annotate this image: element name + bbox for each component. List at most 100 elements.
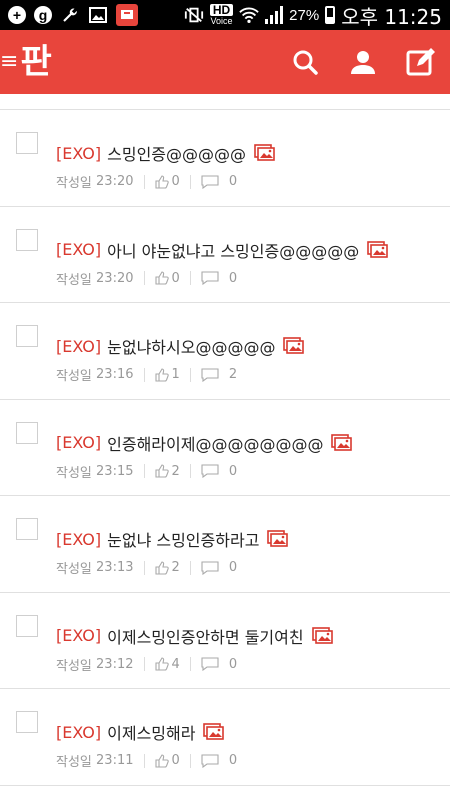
thumbs-up-icon bbox=[154, 753, 169, 768]
logo[interactable]: ≡ 판 bbox=[0, 45, 52, 79]
hd-voice-indicator: HD Voice bbox=[209, 4, 234, 26]
image-attachment-icon bbox=[283, 337, 305, 355]
post-title[interactable]: 인증해라이제@@@@@@@@ bbox=[107, 431, 323, 455]
comment-count: 0 bbox=[201, 271, 237, 286]
clock: 오후 11:25 bbox=[341, 4, 442, 29]
post-row[interactable]: [EXO] 이제스밍인증안하면 둘기여친 작성일 23:12 4 0 bbox=[0, 593, 450, 689]
post-checkbox[interactable] bbox=[16, 325, 38, 347]
post-meta: 작성일 23:15 2 0 bbox=[56, 462, 237, 481]
thumbs-up-icon bbox=[154, 657, 169, 671]
post-time: 23:11 bbox=[96, 753, 134, 768]
comment-count: 0 bbox=[201, 657, 237, 672]
post-title[interactable]: 아니 야눈없냐고 스밍인증@@@@@ bbox=[107, 238, 359, 262]
meta-divider bbox=[143, 174, 145, 189]
search-icon[interactable] bbox=[290, 47, 320, 77]
like-count: 0 bbox=[154, 174, 180, 189]
post-title-line[interactable]: [EXO] 스밍인증@@@@@ bbox=[56, 141, 276, 165]
post-meta: 작성일 23:20 0 0 bbox=[56, 172, 237, 191]
system-icons: HD Voice 27% 오후 11:25 bbox=[184, 1, 442, 30]
post-tag: [EXO] bbox=[56, 433, 102, 452]
post-row[interactable]: [EXO] 아니 야눈없냐고 스밍인증@@@@@ 작성일 23:20 0 0 bbox=[0, 207, 450, 303]
wifi-icon bbox=[239, 5, 259, 25]
post-title-line[interactable]: [EXO] 눈없냐 스밍인증하라고 bbox=[56, 527, 289, 551]
post-meta: 작성일 23:13 2 0 bbox=[56, 558, 237, 577]
comment-count: 2 bbox=[201, 367, 237, 382]
comment-icon bbox=[201, 271, 219, 285]
thumbs-up-icon bbox=[154, 271, 169, 285]
pann-logo: 판 bbox=[20, 42, 52, 82]
image-attachment-icon bbox=[311, 626, 334, 645]
comment-number: 0 bbox=[228, 463, 238, 479]
like-number: 2 bbox=[171, 560, 180, 575]
thumbs-up-icon bbox=[154, 464, 169, 478]
meta-divider bbox=[189, 560, 191, 575]
post-title-line[interactable]: [EXO] 눈없냐하시오@@@@@ bbox=[56, 334, 305, 358]
post-row[interactable]: [EXO] 스밍인증@@@@@ 작성일 23:20 0 0 bbox=[0, 110, 450, 207]
post-time: 23:13 bbox=[96, 560, 134, 575]
like-count: 4 bbox=[154, 656, 180, 672]
post-row[interactable]: [EXO] 인증해라이제@@@@@@@@ 작성일 23:15 2 0 bbox=[0, 400, 450, 496]
post-title[interactable]: 눈없냐 스밍인증하라고 bbox=[107, 527, 259, 551]
wrench-icon bbox=[60, 5, 80, 25]
battery-icon bbox=[325, 6, 336, 24]
post-checkbox[interactable] bbox=[16, 228, 38, 251]
like-number: 4 bbox=[171, 656, 180, 672]
date-label: 작성일 bbox=[56, 176, 92, 191]
write-icon[interactable] bbox=[406, 47, 436, 77]
post-row[interactable]: [EXO] 이제스밍해라 작성일 23:11 0 0 bbox=[0, 689, 450, 786]
app-header: ≡ 판 bbox=[0, 30, 450, 94]
post-time: 23:20 bbox=[96, 174, 134, 189]
like-count: 1 bbox=[154, 367, 180, 382]
menu-icon[interactable]: ≡ bbox=[0, 51, 18, 73]
post-title[interactable]: 이제스밍인증안하면 둘기여친 bbox=[107, 624, 303, 648]
post-checkbox[interactable] bbox=[16, 421, 38, 444]
post-title[interactable]: 눈없냐하시오@@@@@ bbox=[107, 334, 275, 358]
pann-app-icon bbox=[116, 4, 138, 26]
like-number: 2 bbox=[171, 463, 180, 479]
post-title-line[interactable]: [EXO] 이제스밍인증안하면 둘기여친 bbox=[56, 624, 334, 648]
user-icon[interactable] bbox=[348, 47, 378, 77]
vibrate-mute-icon bbox=[184, 5, 204, 25]
meta-divider bbox=[143, 464, 145, 478]
comment-count: 0 bbox=[201, 560, 237, 575]
like-count: 0 bbox=[154, 270, 180, 286]
post-list: [EXO] 스밍인증@@@@@ 작성일 23:20 0 0 [EXO] 아니 야… bbox=[0, 94, 450, 786]
post-title-line[interactable]: [EXO] 아니 야눈없냐고 스밍인증@@@@@ bbox=[56, 238, 389, 262]
post-meta: 작성일 23:16 1 2 bbox=[56, 365, 237, 384]
post-title-line[interactable]: [EXO] 이제스밍해라 bbox=[56, 720, 225, 744]
comment-number: 0 bbox=[228, 270, 238, 286]
post-row[interactable]: [EXO] 눈없냐하시오@@@@@ 작성일 23:16 1 2 bbox=[0, 303, 450, 400]
post-checkbox[interactable] bbox=[16, 518, 38, 540]
image-notification-icon bbox=[88, 5, 108, 25]
post-tag: [EXO] bbox=[56, 143, 102, 163]
post-checkbox[interactable] bbox=[16, 132, 38, 154]
post-tag: [EXO] bbox=[56, 336, 102, 356]
post-row[interactable]: [EXO] 눈없냐 스밍인증하라고 작성일 23:13 2 0 bbox=[0, 496, 450, 593]
meta-divider bbox=[143, 271, 145, 285]
post-tag: [EXO] bbox=[56, 722, 102, 742]
post-title[interactable]: 스밍인증@@@@@ bbox=[107, 141, 246, 165]
comment-icon bbox=[201, 753, 219, 768]
notification-icons: + g bbox=[8, 4, 138, 26]
post-tag: [EXO] bbox=[56, 529, 102, 549]
meta-divider bbox=[143, 367, 145, 382]
meta-divider bbox=[189, 753, 191, 768]
post-title-line[interactable]: [EXO] 인증해라이제@@@@@@@@ bbox=[56, 431, 353, 455]
image-attachment-icon bbox=[254, 144, 276, 162]
add-notification-icon: + bbox=[8, 6, 26, 24]
like-count: 0 bbox=[154, 753, 180, 768]
meta-divider bbox=[189, 367, 191, 382]
post-checkbox[interactable] bbox=[16, 711, 38, 733]
like-number: 0 bbox=[171, 270, 180, 286]
like-number: 1 bbox=[171, 367, 180, 382]
comment-icon bbox=[201, 367, 219, 382]
meta-divider bbox=[143, 753, 145, 768]
comment-icon bbox=[201, 657, 219, 671]
post-title[interactable]: 이제스밍해라 bbox=[107, 720, 195, 744]
date-label: 작성일 bbox=[56, 465, 92, 481]
like-number: 0 bbox=[171, 753, 180, 768]
image-attachment-icon bbox=[203, 723, 225, 741]
thumbs-up-icon bbox=[154, 560, 169, 575]
post-checkbox[interactable] bbox=[16, 614, 38, 637]
post-time: 23:20 bbox=[96, 270, 134, 286]
